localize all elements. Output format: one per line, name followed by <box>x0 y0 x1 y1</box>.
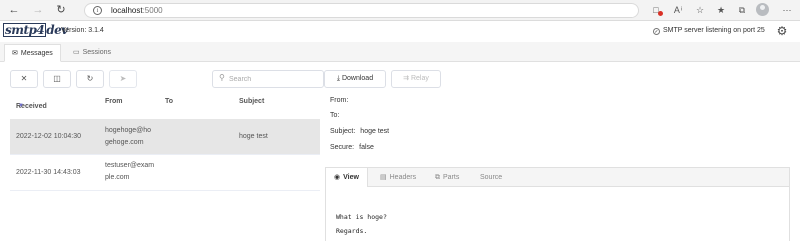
received-cell: 2022-11-30 14:43:03 <box>16 169 81 176</box>
compose-button[interactable]: ➤ <box>109 70 137 88</box>
address-url: localhost:5000 <box>111 6 163 15</box>
body-line: Regards. <box>336 227 368 235</box>
body-line: What is hoge? <box>336 213 387 221</box>
detail-tabs: ◉ View ▤ Headers ⧉ Parts Source <box>325 167 790 187</box>
search-icon: ⚲ <box>219 73 225 82</box>
delete-button[interactable]: ◫ <box>43 70 71 88</box>
refresh-button[interactable]: ↻ <box>76 70 104 88</box>
check-circle-icon: ✓ <box>653 28 660 35</box>
tab-sessions[interactable]: ▭ Sessions <box>66 44 118 62</box>
main-tabs: ✉ Messages ▭ Sessions <box>0 42 800 62</box>
from-cell: hogehoge@ho gehoge.com <box>105 127 152 146</box>
monitor-icon: ▭ <box>73 49 80 56</box>
favorites-icon[interactable]: ★ <box>714 3 728 17</box>
tab-view[interactable]: ◉ View <box>326 168 368 187</box>
tab-headers[interactable]: ▤ Headers <box>372 168 424 187</box>
envelope-icon: ✉ <box>12 50 18 57</box>
more-menu-icon[interactable]: ⋯ <box>780 3 794 17</box>
download-button[interactable]: ⤓ Download <box>324 70 386 88</box>
read-aloud-icon[interactable]: A ⁱ <box>671 3 685 17</box>
message-body: What is hoge? Regards. <box>325 187 790 241</box>
received-cell: 2022-12-02 10:04:30 <box>16 133 81 140</box>
search-box[interactable]: ⚲ <box>212 70 324 88</box>
site-info-icon[interactable]: i <box>93 6 102 15</box>
table-row[interactable]: 2022-11-30 14:43:03 testuser@exam ple.com <box>10 155 320 191</box>
from-cell: testuser@exam ple.com <box>105 162 155 181</box>
version-label: Version: 3.1.4 <box>61 27 104 34</box>
relay-button[interactable]: ⇉ Relay <box>391 70 441 88</box>
search-input[interactable] <box>229 73 319 85</box>
column-to[interactable]: To <box>165 98 173 105</box>
detail-secure: Secure: false <box>330 144 374 151</box>
detail-subject: Subject: hoge test <box>330 128 390 135</box>
close-icon: ✕ <box>20 74 28 83</box>
message-list-header: Received ▼ From To Subject <box>16 98 265 110</box>
server-status: ✓ SMTP server listening on port 25 <box>653 27 765 35</box>
app-header: smtp4 dev Version: 3.1.4 ✓ SMTP server lis… <box>0 21 800 42</box>
collections-icon[interactable]: ⧉ <box>735 3 749 17</box>
download-icon: ⤓ <box>336 75 340 82</box>
column-from[interactable]: From <box>105 98 123 105</box>
back-arrow-icon[interactable]: ← <box>7 3 21 17</box>
settings-gear-icon[interactable]: ⚙ <box>775 24 789 38</box>
trash-icon: ◫ <box>53 74 61 83</box>
copy-icon: ⧉ <box>435 174 440 181</box>
tab-parts[interactable]: ⧉ Parts <box>427 168 467 187</box>
table-row[interactable]: 2022-12-02 10:04:30 hogehoge@ho gehoge.co… <box>10 119 320 155</box>
tab-messages[interactable]: ✉ Messages <box>4 44 61 62</box>
subject-cell: hoge test <box>239 133 268 140</box>
relay-arrow-icon: ⇉ <box>403 75 409 82</box>
address-bar[interactable]: i localhost:5000 <box>84 3 639 18</box>
refresh-icon: ↻ <box>86 74 94 83</box>
eye-icon: ◉ <box>334 174 341 181</box>
forward-arrow-icon[interactable]: → <box>31 3 45 17</box>
send-icon: ➤ <box>119 74 127 83</box>
add-favorite-icon[interactable]: ☆ <box>693 3 707 17</box>
tab-source[interactable]: Source <box>472 168 510 187</box>
document-icon: ▤ <box>380 174 387 181</box>
detail-to: To: <box>330 112 340 119</box>
profile-avatar[interactable] <box>756 3 769 16</box>
column-subject[interactable]: Subject <box>239 98 264 105</box>
clear-button[interactable]: ✕ <box>10 70 38 88</box>
browser-toolbar: ← → ↻ i localhost:5000 □ A ⁱ ☆ ★ ⧉ ⋯ <box>0 0 800 21</box>
app-logo: smtp4 dev <box>3 23 68 37</box>
detail-from: From: <box>330 97 349 104</box>
blocked-notification-icon[interactable]: □ <box>649 3 663 17</box>
sort-descending-icon: ▼ <box>18 103 24 109</box>
reload-icon[interactable]: ↻ <box>54 3 68 17</box>
